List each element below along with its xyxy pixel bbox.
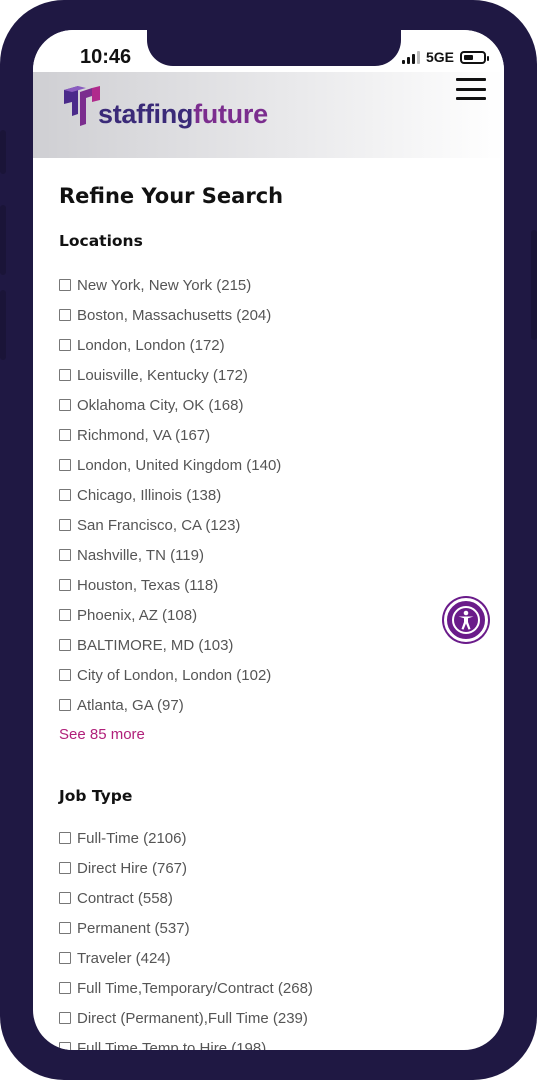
filter-option[interactable]: London, London (172) — [59, 330, 479, 360]
filter-option[interactable]: City of London, London (102) — [59, 660, 479, 690]
filter-option-label: Richmond, VA (167) — [77, 426, 211, 444]
side-button — [0, 205, 6, 275]
filter-option-label: Full Time,Temp to Hire (198) — [77, 1039, 267, 1051]
filter-option[interactable]: Phoenix, AZ (108) — [59, 600, 479, 630]
filter-option[interactable]: Nashville, TN (119) — [59, 540, 479, 570]
side-button — [0, 290, 6, 360]
filter-option[interactable]: Full-Time (2106) — [59, 823, 479, 853]
brand-name-part1: staffing — [98, 99, 194, 129]
hamburger-menu-icon[interactable] — [456, 78, 486, 100]
status-bar: 10:46 5GE — [33, 30, 504, 72]
filter-option-label: Traveler (424) — [77, 949, 171, 967]
brand-name-part2: future — [193, 99, 268, 129]
side-button — [0, 130, 6, 174]
filter-option[interactable]: Boston, Massachusetts (204) — [59, 300, 479, 330]
job-type-list: Full-Time (2106) Direct Hire (767) Contrac… — [59, 823, 479, 1050]
checkbox[interactable] — [59, 982, 71, 994]
checkbox[interactable] — [59, 339, 71, 351]
filter-option-label: Louisville, Kentucky (172) — [77, 366, 248, 384]
checkbox[interactable] — [59, 549, 71, 561]
logo-mark-icon — [64, 86, 100, 126]
filter-option-label: Chicago, Illinois (138) — [77, 486, 222, 504]
filter-option[interactable]: Houston, Texas (118) — [59, 570, 479, 600]
checkbox[interactable] — [59, 459, 71, 471]
filters-panel: Refine Your Search Locations New York, N… — [59, 158, 479, 1050]
filter-option[interactable]: Traveler (424) — [59, 943, 479, 973]
filter-option-label: Direct (Permanent),Full Time (239) — [77, 1009, 308, 1027]
filter-option[interactable]: Full Time,Temporary/Contract (268) — [59, 973, 479, 1003]
phone-frame: 10:46 5GE staffingfuture Refine Your Sea… — [0, 0, 537, 1080]
filter-option[interactable]: Permanent (537) — [59, 913, 479, 943]
accessibility-icon — [452, 606, 480, 634]
status-indicators: 5GE — [401, 48, 489, 66]
notch — [147, 30, 401, 66]
checkbox[interactable] — [59, 952, 71, 964]
checkbox[interactable] — [59, 862, 71, 874]
filter-option[interactable]: Contract (558) — [59, 883, 479, 913]
checkbox[interactable] — [59, 1042, 71, 1050]
filter-option-label: London, United Kingdom (140) — [77, 456, 282, 474]
filter-option-label: Nashville, TN (119) — [77, 546, 204, 564]
filter-option[interactable]: Oklahoma City, OK (168) — [59, 390, 479, 420]
checkbox[interactable] — [59, 309, 71, 321]
battery-icon — [460, 50, 489, 64]
phone-screen: 10:46 5GE staffingfuture Refine Your Sea… — [33, 30, 504, 1050]
filter-option-label: Phoenix, AZ (108) — [77, 606, 198, 624]
status-time: 10:46 — [80, 46, 132, 68]
see-more-link[interactable]: See 85 more — [59, 726, 145, 743]
accessibility-button[interactable] — [444, 598, 488, 642]
locations-heading: Locations — [59, 232, 143, 250]
filter-option[interactable]: London, United Kingdom (140) — [59, 450, 479, 480]
job-type-heading: Job Type — [59, 787, 133, 805]
filter-option[interactable]: Direct Hire (767) — [59, 853, 479, 883]
checkbox[interactable] — [59, 699, 71, 711]
filter-option[interactable]: BALTIMORE, MD (103) — [59, 630, 479, 660]
filter-option-label: San Francisco, CA (123) — [77, 516, 241, 534]
checkbox[interactable] — [59, 279, 71, 291]
filter-option[interactable]: Richmond, VA (167) — [59, 420, 479, 450]
filter-option-label: Permanent (537) — [77, 919, 190, 937]
filter-option[interactable]: Direct (Permanent),Full Time (239) — [59, 1003, 479, 1033]
side-button — [531, 230, 537, 340]
checkbox[interactable] — [59, 429, 71, 441]
checkbox[interactable] — [59, 519, 71, 531]
checkbox[interactable] — [59, 399, 71, 411]
filter-option[interactable]: Full Time,Temp to Hire (198) — [59, 1033, 479, 1050]
checkbox[interactable] — [59, 832, 71, 844]
network-label: 5GE — [425, 49, 454, 65]
filter-option[interactable]: Atlanta, GA (97) — [59, 690, 479, 720]
checkbox[interactable] — [59, 489, 71, 501]
brand-logo[interactable]: staffingfuture — [58, 86, 268, 130]
checkbox[interactable] — [59, 669, 71, 681]
filter-option[interactable]: New York, New York (215) — [59, 270, 479, 300]
filter-option-label: Boston, Massachusetts (204) — [77, 306, 272, 324]
filter-option[interactable]: San Francisco, CA (123) — [59, 510, 479, 540]
filter-option[interactable]: Chicago, Illinois (138) — [59, 480, 479, 510]
filter-option-label: Full-Time (2106) — [77, 829, 187, 847]
filter-option-label: Atlanta, GA (97) — [77, 696, 184, 714]
page-title: Refine Your Search — [59, 184, 284, 208]
filter-option-label: Direct Hire (767) — [77, 859, 188, 877]
filter-option[interactable]: Louisville, Kentucky (172) — [59, 360, 479, 390]
brand-name: staffingfuture — [98, 99, 268, 130]
locations-list: New York, New York (215) Boston, Massachu… — [59, 270, 479, 720]
filter-option-label: New York, New York (215) — [77, 276, 252, 294]
signal-icon — [401, 50, 420, 64]
checkbox[interactable] — [59, 922, 71, 934]
filter-option-label: Houston, Texas (118) — [77, 576, 219, 594]
filter-option-label: City of London, London (102) — [77, 666, 272, 684]
checkbox[interactable] — [59, 1012, 71, 1024]
site-header: staffingfuture — [33, 72, 504, 158]
filter-option-label: Oklahoma City, OK (168) — [77, 396, 244, 414]
checkbox[interactable] — [59, 892, 71, 904]
filter-option-label: Contract (558) — [77, 889, 173, 907]
checkbox[interactable] — [59, 609, 71, 621]
checkbox[interactable] — [59, 639, 71, 651]
filter-option-label: London, London (172) — [77, 336, 225, 354]
checkbox[interactable] — [59, 579, 71, 591]
filter-option-label: Full Time,Temporary/Contract (268) — [77, 979, 313, 997]
checkbox[interactable] — [59, 369, 71, 381]
filter-option-label: BALTIMORE, MD (103) — [77, 636, 234, 654]
